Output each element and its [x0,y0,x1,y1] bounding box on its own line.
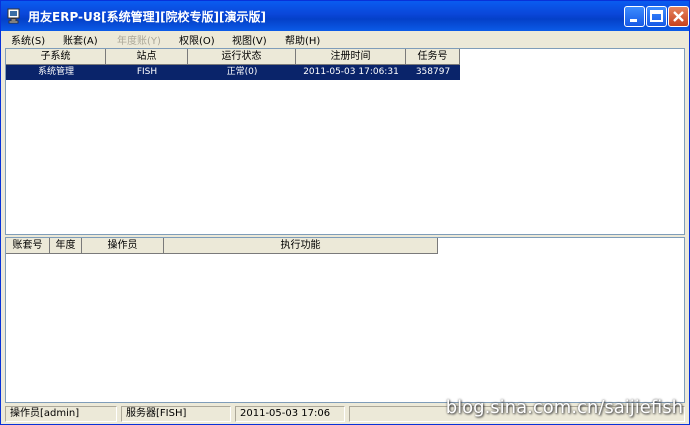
minimize-button[interactable] [624,6,645,27]
close-button[interactable] [668,6,689,27]
cell-run-status: 正常(0) [226,67,258,77]
menu-permissions[interactable]: 权限(O) [179,32,215,47]
close-icon [673,11,684,22]
menu-view[interactable]: 视图(V) [232,32,267,47]
menu-annual-account[interactable]: 年度账(Y) [117,32,161,47]
menu-account-set[interactable]: 账套(A) [63,32,98,47]
maximize-icon [650,10,663,22]
column-header-account-no[interactable]: 账套号 [6,238,50,254]
title-bar[interactable]: 用友ERP-U8[系统管理][院校专版][演示版] [1,1,689,31]
app-window: 用友ERP-U8[系统管理][院校专版][演示版] 系统(S) 账套(A) 年度… [0,0,690,425]
app-icon [7,8,20,24]
watermark-text: blog.sina.com.cn/saijiefish [445,397,683,418]
subsystem-list[interactable]: 子系统 站点 运行状态 注册时间 任务号 系统管理 FISH 正常(0) 201… [5,48,685,235]
operation-log-list[interactable]: 账套号 年度 操作员 执行功能 [5,237,685,403]
menu-help[interactable]: 帮助(H) [285,32,320,47]
cell-site: FISH [136,67,158,77]
menu-system[interactable]: 系统(S) [11,32,45,47]
status-datetime: 2011-05-03 17:06 [235,406,345,422]
window-title: 用友ERP-U8[系统管理][院校专版][演示版] [28,10,267,24]
column-header-task-id[interactable]: 任务号 [406,49,460,65]
cell-subsystem: 系统管理 [37,67,74,77]
column-header-year[interactable]: 年度 [50,238,82,254]
column-header-function[interactable]: 执行功能 [164,238,438,254]
maximize-button[interactable] [646,6,667,27]
column-header-register-time[interactable]: 注册时间 [296,49,406,65]
column-header-run-status[interactable]: 运行状态 [188,49,296,65]
cell-register-time: 2011-05-03 17:06:31 [303,67,399,77]
menu-bar: 系统(S) 账套(A) 年度账(Y) 权限(O) 视图(V) 帮助(H) [1,31,689,47]
cell-task-id: 358797 [415,67,451,77]
column-header-site[interactable]: 站点 [106,49,188,65]
column-header-operator[interactable]: 操作员 [82,238,164,254]
status-server: 服务器[FISH] [121,406,231,422]
column-header-subsystem[interactable]: 子系统 [6,49,106,65]
status-operator: 操作员[admin] [5,406,117,422]
minimize-icon [630,19,637,22]
